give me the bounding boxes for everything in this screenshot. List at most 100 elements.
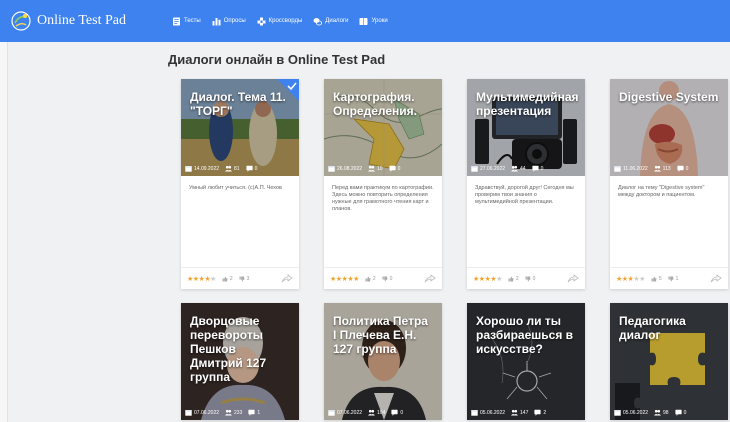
card-date: 27.06.2022 xyxy=(480,165,506,172)
card-users-count: 233 xyxy=(234,409,243,416)
card-thumbnail: Мультимедийная презентация 27.06.2022 44… xyxy=(467,79,585,176)
nav-label: Кроссворды xyxy=(268,18,303,24)
questions-icon xyxy=(677,165,684,172)
card-meta: 05.06.2022 147 2 xyxy=(471,409,552,416)
thumbs-down-icon xyxy=(525,276,531,281)
questions-icon xyxy=(531,165,539,172)
calendar-icon xyxy=(328,166,335,172)
share-icon[interactable] xyxy=(710,274,722,283)
card-title: Политика Петра I Плечева Е.Н. 127 группа xyxy=(333,314,428,356)
share-icon[interactable] xyxy=(567,274,579,283)
dislike-button[interactable]: 3 xyxy=(239,275,250,282)
card-meta: 07.06.2022 104 0 xyxy=(328,409,409,416)
dialog-card[interactable]: Педагогика диалог 05.06.2022 98 0 xyxy=(610,303,728,420)
dislikes-count: 0 xyxy=(532,275,536,282)
card-thumbnail: Картография. Определения. 26.08.2022 10 … xyxy=(324,79,442,176)
users-icon xyxy=(225,165,233,172)
share-icon[interactable] xyxy=(281,274,293,283)
rating-stars: ★★★★★ xyxy=(616,275,645,283)
likes-count: 2 xyxy=(229,275,233,282)
card-users-count: 10 xyxy=(377,165,383,172)
card-thumbnail: Хорошо ли ты разбираешься в искусстве? 0… xyxy=(467,303,585,420)
calendar-icon xyxy=(614,410,621,416)
share-icon[interactable] xyxy=(424,274,436,283)
dislikes-count: 1 xyxy=(675,275,679,282)
nav-item-dialogs[interactable]: Диалоги xyxy=(313,17,348,26)
thumbs-down-icon xyxy=(382,276,388,281)
card-description: Умный любит учиться. (с)А.П. Чехов xyxy=(189,185,282,191)
nav-item-lessons[interactable]: Уроки xyxy=(359,17,388,26)
page-title: Диалоги онлайн в Online Test Pad xyxy=(168,52,386,67)
nav-label: Тесты xyxy=(184,18,201,24)
nav-label: Опросы xyxy=(223,18,246,24)
calendar-icon xyxy=(471,410,478,416)
dialog-card[interactable]: Дворцовые перевороты Пешков Дмитрий 127 … xyxy=(181,303,299,420)
card-meta: 26.08.2022 10 0 xyxy=(328,165,406,172)
like-button[interactable]: 2 xyxy=(508,276,519,282)
thumbs-up-icon xyxy=(651,276,657,281)
card-title: Хорошо ли ты разбираешься в искусстве? xyxy=(476,314,574,356)
card-thumbnail: Диалог. Тема 11. "ТОРГ" 14.09.2022 81 0 xyxy=(181,79,299,176)
dialog-card[interactable]: Диалог. Тема 11. "ТОРГ" 14.09.2022 81 0 … xyxy=(181,79,299,289)
card-questions-count: 1 xyxy=(257,409,261,416)
dialog-card[interactable]: Digestive System 11.06.2022 113 0 Диалог… xyxy=(610,79,728,289)
card-questions-count: 0 xyxy=(540,165,544,172)
like-button[interactable]: 2 xyxy=(222,276,233,282)
like-button[interactable]: 5 xyxy=(651,276,662,282)
card-users-count: 147 xyxy=(520,409,529,416)
card-thumbnail: Педагогика диалог 05.06.2022 98 0 xyxy=(610,303,728,420)
card-date: 07.06.2022 xyxy=(194,409,220,416)
dialog-card[interactable]: Политика Петра I Плечева Е.Н. 127 группа… xyxy=(324,303,442,420)
card-title: Дворцовые перевороты Пешков Дмитрий 127 … xyxy=(190,314,267,384)
card-questions-count: 0 xyxy=(397,165,401,172)
brand-link[interactable]: Online Test Pad xyxy=(10,10,150,32)
dialog-card[interactable]: Картография. Определения. 26.08.2022 10 … xyxy=(324,79,442,289)
card-meta: 05.06.2022 98 0 xyxy=(614,409,692,416)
lesson-icon xyxy=(359,17,368,25)
likes-count: 2 xyxy=(372,275,376,282)
card-description: Диалог на тему "Digestive system" между … xyxy=(618,185,705,198)
card-users-count: 44 xyxy=(520,165,526,172)
questions-icon xyxy=(534,409,541,416)
card-thumbnail: Digestive System 11.06.2022 113 0 xyxy=(610,79,728,176)
card-title: Digestive System xyxy=(619,90,719,104)
card-title: Мультимедийная презентация xyxy=(476,90,579,118)
rating-stars: ★★★★★ xyxy=(330,275,359,283)
likes-count: 2 xyxy=(515,275,519,282)
users-icon xyxy=(225,409,233,416)
nav-item-crosswords[interactable]: Кроссворды xyxy=(257,17,303,26)
card-footer: ★★★★★ 5 1 xyxy=(610,267,728,289)
calendar-icon xyxy=(614,166,621,172)
dislikes-count: 3 xyxy=(246,275,250,282)
nav-item-tests[interactable]: Тесты xyxy=(172,17,201,26)
card-questions-count: 0 xyxy=(683,409,687,416)
dialog-card[interactable]: Мультимедийная презентация 27.06.2022 44… xyxy=(467,79,585,289)
card-description: Перед вами практикум по картографии. Зде… xyxy=(332,185,434,212)
rating-stars: ★★★★★ xyxy=(473,275,502,283)
nav-item-polls[interactable]: Опросы xyxy=(212,17,246,26)
thumbs-down-icon xyxy=(239,276,245,281)
dislike-button[interactable]: 1 xyxy=(668,275,679,282)
card-date: 26.08.2022 xyxy=(337,165,363,172)
card-meta: 27.06.2022 44 0 xyxy=(471,165,549,172)
dislike-button[interactable]: 0 xyxy=(382,276,392,282)
calendar-icon xyxy=(471,166,478,172)
thumbs-down-icon xyxy=(668,276,674,281)
card-description: Здравствуй, дорогой друг! Сегодня мы про… xyxy=(475,185,574,205)
card-title: Диалог. Тема 11. "ТОРГ" xyxy=(190,90,286,118)
card-thumbnail: Дворцовые перевороты Пешков Дмитрий 127 … xyxy=(181,303,299,420)
featured-check-icon xyxy=(277,79,299,101)
nav-label: Уроки xyxy=(371,18,388,24)
users-icon xyxy=(511,165,519,172)
card-footer: ★★★★★ 2 3 xyxy=(181,267,299,289)
like-button[interactable]: 2 xyxy=(365,276,376,282)
questions-icon xyxy=(674,409,682,416)
dialog-card[interactable]: Хорошо ли ты разбираешься в искусстве? 0… xyxy=(467,303,585,420)
calendar-icon xyxy=(185,166,192,172)
card-users-count: 98 xyxy=(663,409,669,416)
dislike-button[interactable]: 0 xyxy=(525,275,536,282)
thumbs-up-icon xyxy=(222,276,228,281)
card-footer: ★★★★★ 2 0 xyxy=(467,267,585,289)
card-title: Педагогика диалог xyxy=(619,314,686,342)
card-meta: 14.09.2022 81 0 xyxy=(185,165,263,172)
